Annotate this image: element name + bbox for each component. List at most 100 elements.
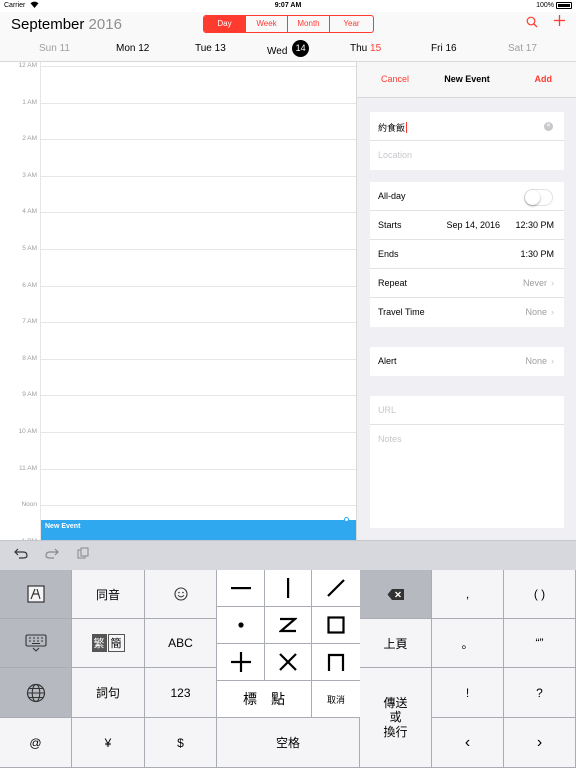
day-wed-selected[interactable]: Wed 14: [267, 40, 310, 60]
alert-row[interactable]: Alert None ›: [370, 347, 564, 376]
page-up-key[interactable]: 上頁: [360, 619, 432, 668]
tab-week[interactable]: Week: [246, 16, 288, 32]
day-timeline[interactable]: 12 AM 1 AM 2 AM 3 AM 4 AM 5 AM 6 AM 7 AM 8 AM 9 A…: [0, 62, 356, 540]
hour-gridline: [41, 175, 356, 177]
hour-gridline: [41, 358, 356, 360]
emoji-key[interactable]: [145, 570, 217, 619]
key-phrases[interactable]: 詞句: [72, 668, 145, 718]
stroke-kou[interactable]: [312, 607, 360, 644]
year-label: 2016: [88, 16, 122, 33]
tab-day[interactable]: Day: [204, 16, 246, 32]
punctuation-key[interactable]: 標 點: [217, 681, 312, 718]
cursor-right-key[interactable]: ›: [504, 718, 576, 768]
location-field[interactable]: Location: [370, 141, 564, 170]
hour-row: 9 AM: [0, 391, 356, 398]
key-parens[interactable]: ( ): [504, 570, 576, 619]
key-question[interactable]: ?: [504, 668, 576, 718]
hour-row: 11 AM: [0, 465, 356, 472]
day-sun[interactable]: Sun 11: [39, 43, 70, 54]
cancel-strokes-key[interactable]: 取消: [312, 681, 360, 718]
stroke-dian[interactable]: [217, 607, 265, 644]
key-fullstop[interactable]: 。: [432, 619, 504, 668]
day-name: Sat: [508, 43, 524, 54]
cursor-left-key[interactable]: ‹: [432, 718, 504, 768]
alert-label: Alert: [378, 356, 397, 366]
hour-gridline: [41, 249, 356, 250]
travel-value-wrap: None ›: [525, 307, 554, 317]
keyboard-dismiss-key[interactable]: [0, 619, 72, 668]
stroke-dian-glyph: [237, 622, 244, 628]
url-field[interactable]: URL: [370, 396, 564, 425]
day-name: Sun: [39, 43, 57, 54]
starts-row[interactable]: Starts Sep 14, 2016 12:30 PM: [370, 211, 564, 240]
key-comma[interactable]: ,: [432, 570, 504, 619]
tab-month[interactable]: Month: [288, 16, 330, 32]
stroke-jiong[interactable]: [312, 644, 360, 681]
hour-row: 2 AM: [0, 135, 356, 142]
key-quotes[interactable]: “”: [504, 619, 576, 668]
hour-gridline: [41, 102, 356, 104]
globe-icon: [26, 683, 45, 702]
delete-key[interactable]: [360, 570, 432, 619]
hour-row: Noon: [0, 501, 356, 508]
hour-row: 12 AM: [0, 62, 356, 69]
stroke-heng-glyph: [230, 587, 251, 590]
stroke-shi[interactable]: [217, 644, 265, 681]
hour-gridline: [41, 322, 356, 324]
repeat-row[interactable]: Repeat Never ›: [370, 269, 564, 298]
trad-simp-toggle[interactable]: 繁 簡: [72, 619, 145, 668]
hour-gridline: [41, 468, 356, 470]
day-name: Mon: [116, 43, 136, 54]
hour-label: 1 AM: [22, 98, 37, 106]
stroke-cha[interactable]: [265, 644, 312, 681]
stroke-heng[interactable]: [217, 570, 265, 607]
add-button[interactable]: Add: [535, 74, 553, 84]
send-return-key[interactable]: 傳送 或 換行: [360, 668, 432, 768]
hour-gridline: [41, 66, 356, 67]
new-event-block[interactable]: New Event: [41, 517, 356, 540]
day-mon[interactable]: Mon 12: [116, 43, 149, 54]
key-homophone[interactable]: 同音: [72, 570, 145, 619]
hour-label: 2 AM: [22, 135, 37, 143]
time-group: All-day Starts Sep 14, 2016 12:30 PM End…: [370, 182, 564, 327]
clear-icon[interactable]: ✕: [544, 122, 553, 131]
key-yen[interactable]: ¥: [72, 718, 145, 768]
ends-row[interactable]: Ends 1:30 PM: [370, 240, 564, 269]
paste-icon[interactable]: [77, 547, 89, 562]
delete-icon: [387, 588, 404, 600]
handwriting-icon: [26, 585, 45, 603]
calendar-app: Carrier 9:07 AM 100% September 2016 Day …: [0, 0, 576, 768]
key-exclaim[interactable]: !: [432, 668, 504, 718]
key-dollar[interactable]: $: [145, 718, 217, 768]
globe-key[interactable]: [0, 668, 72, 718]
space-key[interactable]: 空格: [217, 718, 360, 768]
plus-icon[interactable]: [553, 14, 566, 32]
allday-toggle[interactable]: [524, 189, 553, 206]
search-icon[interactable]: [526, 15, 538, 33]
event-resize-handle[interactable]: [344, 517, 349, 522]
hour-gridline: [41, 505, 356, 507]
undo-icon[interactable]: [14, 547, 28, 562]
key-abc[interactable]: ABC: [145, 619, 217, 668]
hour-row: 10 AM: [0, 428, 356, 435]
chevron-right-icon: ›: [551, 278, 554, 288]
day-thu[interactable]: Thu 15: [350, 43, 381, 54]
day-tue[interactable]: Tue 13: [195, 43, 226, 54]
notes-field[interactable]: Notes: [370, 425, 564, 525]
tab-year[interactable]: Year: [330, 16, 373, 32]
day-sat[interactable]: Sat 17: [508, 43, 537, 54]
key-123[interactable]: 123: [145, 668, 217, 718]
redo-icon[interactable]: [45, 547, 59, 562]
hour-row: 1 AM: [0, 99, 356, 106]
title-field[interactable]: 約食飯 ✕: [370, 112, 564, 141]
title-location-group: 約食飯 ✕ Location: [370, 112, 564, 170]
key-at[interactable]: @: [0, 718, 72, 768]
chinese-stroke-keyboard: @ 同音 繁 簡 詞句 ¥ ABC 123 $ 標 點 取消 空格 上頁 傳送 …: [0, 570, 576, 768]
handwriting-key[interactable]: [0, 570, 72, 619]
travel-time-row[interactable]: Travel Time None ›: [370, 298, 564, 327]
stroke-shu[interactable]: [265, 570, 312, 607]
stroke-zhe[interactable]: [265, 607, 312, 644]
month-title[interactable]: September 2016: [11, 16, 122, 33]
stroke-pie[interactable]: [312, 570, 360, 607]
day-fri[interactable]: Fri 16: [431, 43, 457, 54]
